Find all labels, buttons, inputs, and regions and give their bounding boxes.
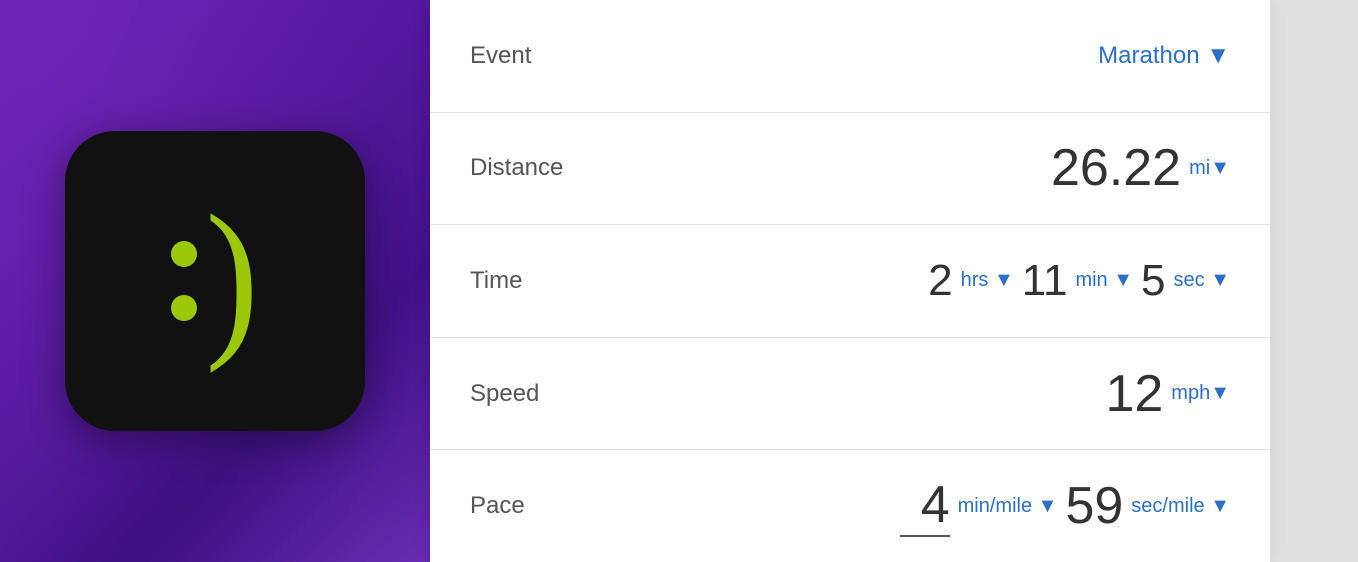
pace-row: Pace min/mile ▼ 59 sec/mile ▼ xyxy=(430,450,1270,562)
time-seconds-number: 5 xyxy=(1141,259,1165,303)
time-label: Time xyxy=(470,267,630,295)
distance-value: 26.22 mi▼ xyxy=(630,142,1230,194)
smiley-paren: ) xyxy=(205,188,258,364)
app-container: ) Event Marathon ▼ Distance 26.22 mi▼ xyxy=(0,0,1358,562)
speed-unit-selector[interactable]: mph▼ xyxy=(1171,382,1230,405)
dot-bottom xyxy=(171,295,197,321)
pace-label: Pace xyxy=(470,492,630,520)
pace-minutes-unit-selector[interactable]: min/mile ▼ xyxy=(958,495,1058,518)
speed-value: 12 mph▼ xyxy=(630,368,1230,420)
main-panel: Event Marathon ▼ Distance 26.22 mi▼ Time xyxy=(430,0,1270,562)
time-minutes-unit[interactable]: min ▼ xyxy=(1075,269,1133,292)
pace-seconds-unit-selector[interactable]: sec/mile ▼ xyxy=(1131,495,1230,518)
app-icon: ) xyxy=(65,131,365,431)
pace-value: min/mile ▼ 59 sec/mile ▼ xyxy=(630,475,1230,537)
speed-row: Speed 12 mph▼ xyxy=(430,338,1270,451)
speed-label: Speed xyxy=(470,380,630,408)
time-seconds-unit[interactable]: sec ▼ xyxy=(1174,269,1230,292)
left-panel: ) xyxy=(0,0,430,562)
event-row: Event Marathon ▼ xyxy=(430,0,1270,113)
distance-label: Distance xyxy=(470,154,630,182)
speed-number: 12 xyxy=(1105,368,1163,420)
time-hours-number: 2 xyxy=(928,259,952,303)
smiley-dots xyxy=(171,241,197,321)
time-hours-unit[interactable]: hrs ▼ xyxy=(961,269,1014,292)
event-value: Marathon ▼ xyxy=(630,42,1230,70)
distance-row: Distance 26.22 mi▼ xyxy=(430,113,1270,226)
pace-minutes-input[interactable] xyxy=(900,475,950,537)
smiley-face: ) xyxy=(171,206,258,356)
distance-unit-selector[interactable]: mi▼ xyxy=(1189,157,1230,180)
time-minutes-number: 11 xyxy=(1022,259,1068,303)
dot-top xyxy=(171,241,197,267)
time-value: 2 hrs ▼ 11 min ▼ 5 sec ▼ xyxy=(630,259,1230,303)
event-selector[interactable]: Marathon ▼ xyxy=(1098,42,1230,70)
pace-seconds-number: 59 xyxy=(1065,480,1123,532)
event-label: Event xyxy=(470,42,630,70)
time-row: Time 2 hrs ▼ 11 min ▼ 5 sec ▼ xyxy=(430,225,1270,338)
distance-number: 26.22 xyxy=(1051,142,1181,194)
